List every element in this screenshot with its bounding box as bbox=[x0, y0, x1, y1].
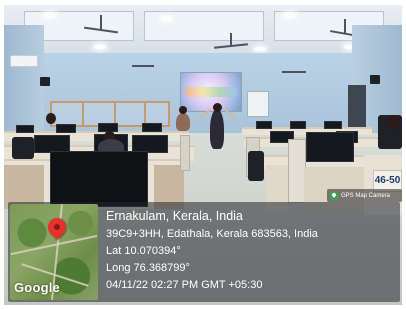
map-logo: Google bbox=[14, 280, 60, 295]
ceiling-fan-rod bbox=[100, 15, 102, 29]
person bbox=[176, 113, 190, 131]
chair bbox=[248, 151, 264, 181]
wall-fan bbox=[132, 65, 154, 67]
monitor bbox=[56, 124, 76, 133]
ceiling-light bbox=[254, 47, 266, 51]
ceiling-light bbox=[44, 13, 56, 17]
location-title: Ernakulam, Kerala, India bbox=[106, 209, 243, 223]
partition-bar bbox=[82, 103, 84, 125]
student-head bbox=[46, 113, 56, 124]
monitor bbox=[324, 121, 342, 129]
ceiling-light bbox=[284, 13, 296, 17]
address: 39C9+3HH, Edathala, Kerala 683563, India bbox=[106, 228, 318, 240]
chair bbox=[12, 137, 34, 159]
map-pin-icon bbox=[44, 214, 70, 240]
student-head bbox=[386, 115, 400, 129]
air-conditioner bbox=[10, 55, 38, 67]
door bbox=[348, 85, 366, 131]
ceiling-fan-rod bbox=[230, 33, 232, 45]
speaker bbox=[40, 77, 50, 86]
presenter-head bbox=[213, 103, 222, 112]
gps-map-camera-badge: GPS Map Camera bbox=[327, 189, 402, 202]
ceiling-light bbox=[94, 45, 106, 49]
monitor bbox=[16, 125, 34, 133]
map-thumbnail: Google bbox=[10, 204, 98, 300]
location-info: Ernakulam, Kerala, India 39C9+3HH, Edath… bbox=[106, 209, 318, 296]
gps-map-camera-label: GPS Map Camera bbox=[341, 192, 391, 199]
longitude: Long 76.368799° bbox=[106, 262, 190, 274]
notice-board bbox=[247, 91, 269, 117]
ceiling-light bbox=[160, 17, 172, 21]
person-head bbox=[179, 106, 187, 114]
gps-map-camera-icon bbox=[330, 191, 338, 200]
monitor bbox=[306, 132, 354, 162]
monitor bbox=[142, 123, 162, 132]
wall-fan bbox=[282, 71, 306, 73]
ceiling-fan-rod bbox=[344, 19, 346, 33]
map-road bbox=[10, 234, 98, 256]
timestamp: 04/11/22 02:27 PM GMT +05:30 bbox=[106, 279, 263, 291]
projected-slide bbox=[185, 87, 237, 97]
latitude: Lat 10.070394° bbox=[106, 245, 181, 257]
presenter bbox=[210, 109, 224, 149]
partition-bar bbox=[144, 103, 146, 125]
ceiling-fan bbox=[213, 43, 249, 49]
projector-screen bbox=[180, 72, 242, 112]
ceiling-panel bbox=[144, 11, 264, 41]
speaker bbox=[370, 75, 380, 84]
monitor bbox=[290, 121, 306, 129]
cpu-tower bbox=[180, 135, 190, 171]
partition-bar bbox=[114, 103, 116, 125]
large-monitor bbox=[50, 151, 148, 207]
monitor bbox=[256, 121, 272, 129]
location-overlay: Google Ernakulam, Kerala, India 39C9+3HH… bbox=[8, 202, 400, 302]
ceiling bbox=[4, 5, 402, 53]
